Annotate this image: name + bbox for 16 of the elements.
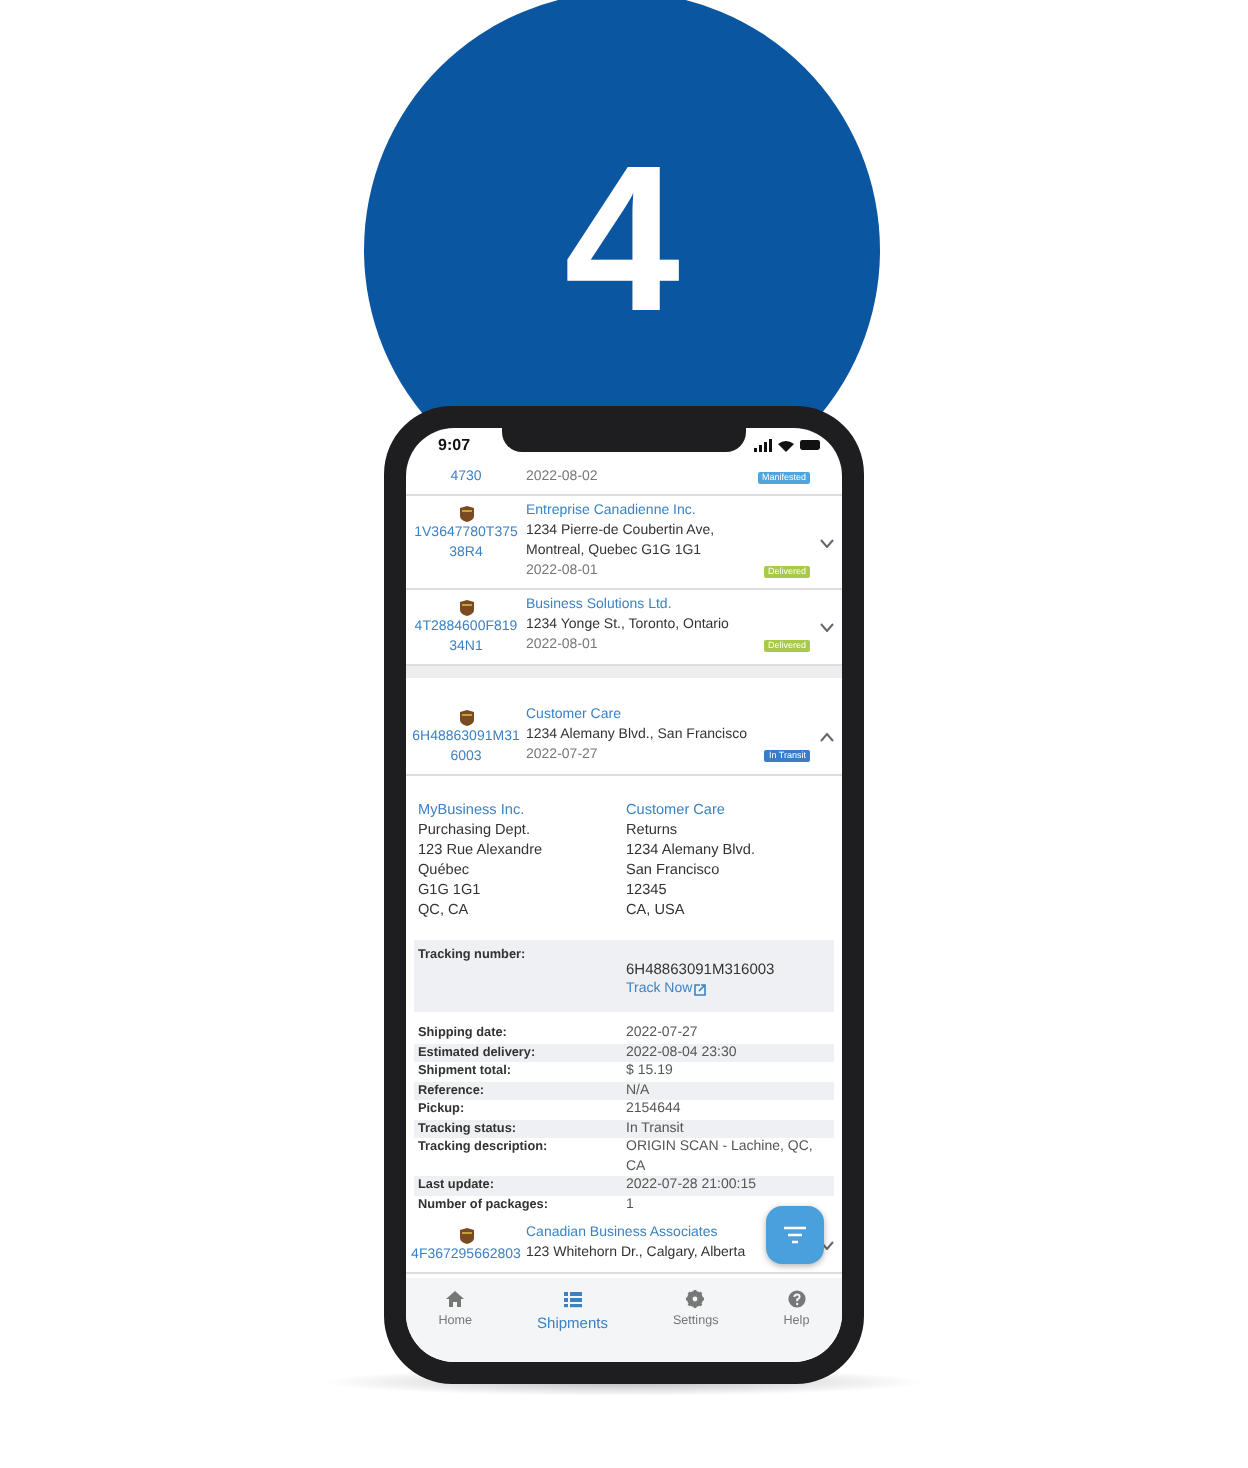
external-link-icon (694, 983, 707, 995)
shield-icon (459, 506, 473, 522)
chevron-up-icon[interactable] (819, 732, 833, 742)
shield-icon (459, 600, 473, 616)
filter-icon (784, 1226, 806, 1244)
shield-icon (459, 710, 473, 726)
shield-icon (459, 1228, 473, 1244)
status-icons (754, 438, 822, 452)
chevron-down-icon[interactable] (819, 622, 833, 632)
help-icon (787, 1290, 806, 1308)
list-icon (563, 1290, 582, 1308)
settings-icon (686, 1290, 705, 1308)
status-time: 9:07 (438, 436, 471, 454)
home-icon (446, 1290, 465, 1308)
filter-button[interactable] (766, 1206, 824, 1264)
chevron-down-icon[interactable] (819, 537, 833, 547)
